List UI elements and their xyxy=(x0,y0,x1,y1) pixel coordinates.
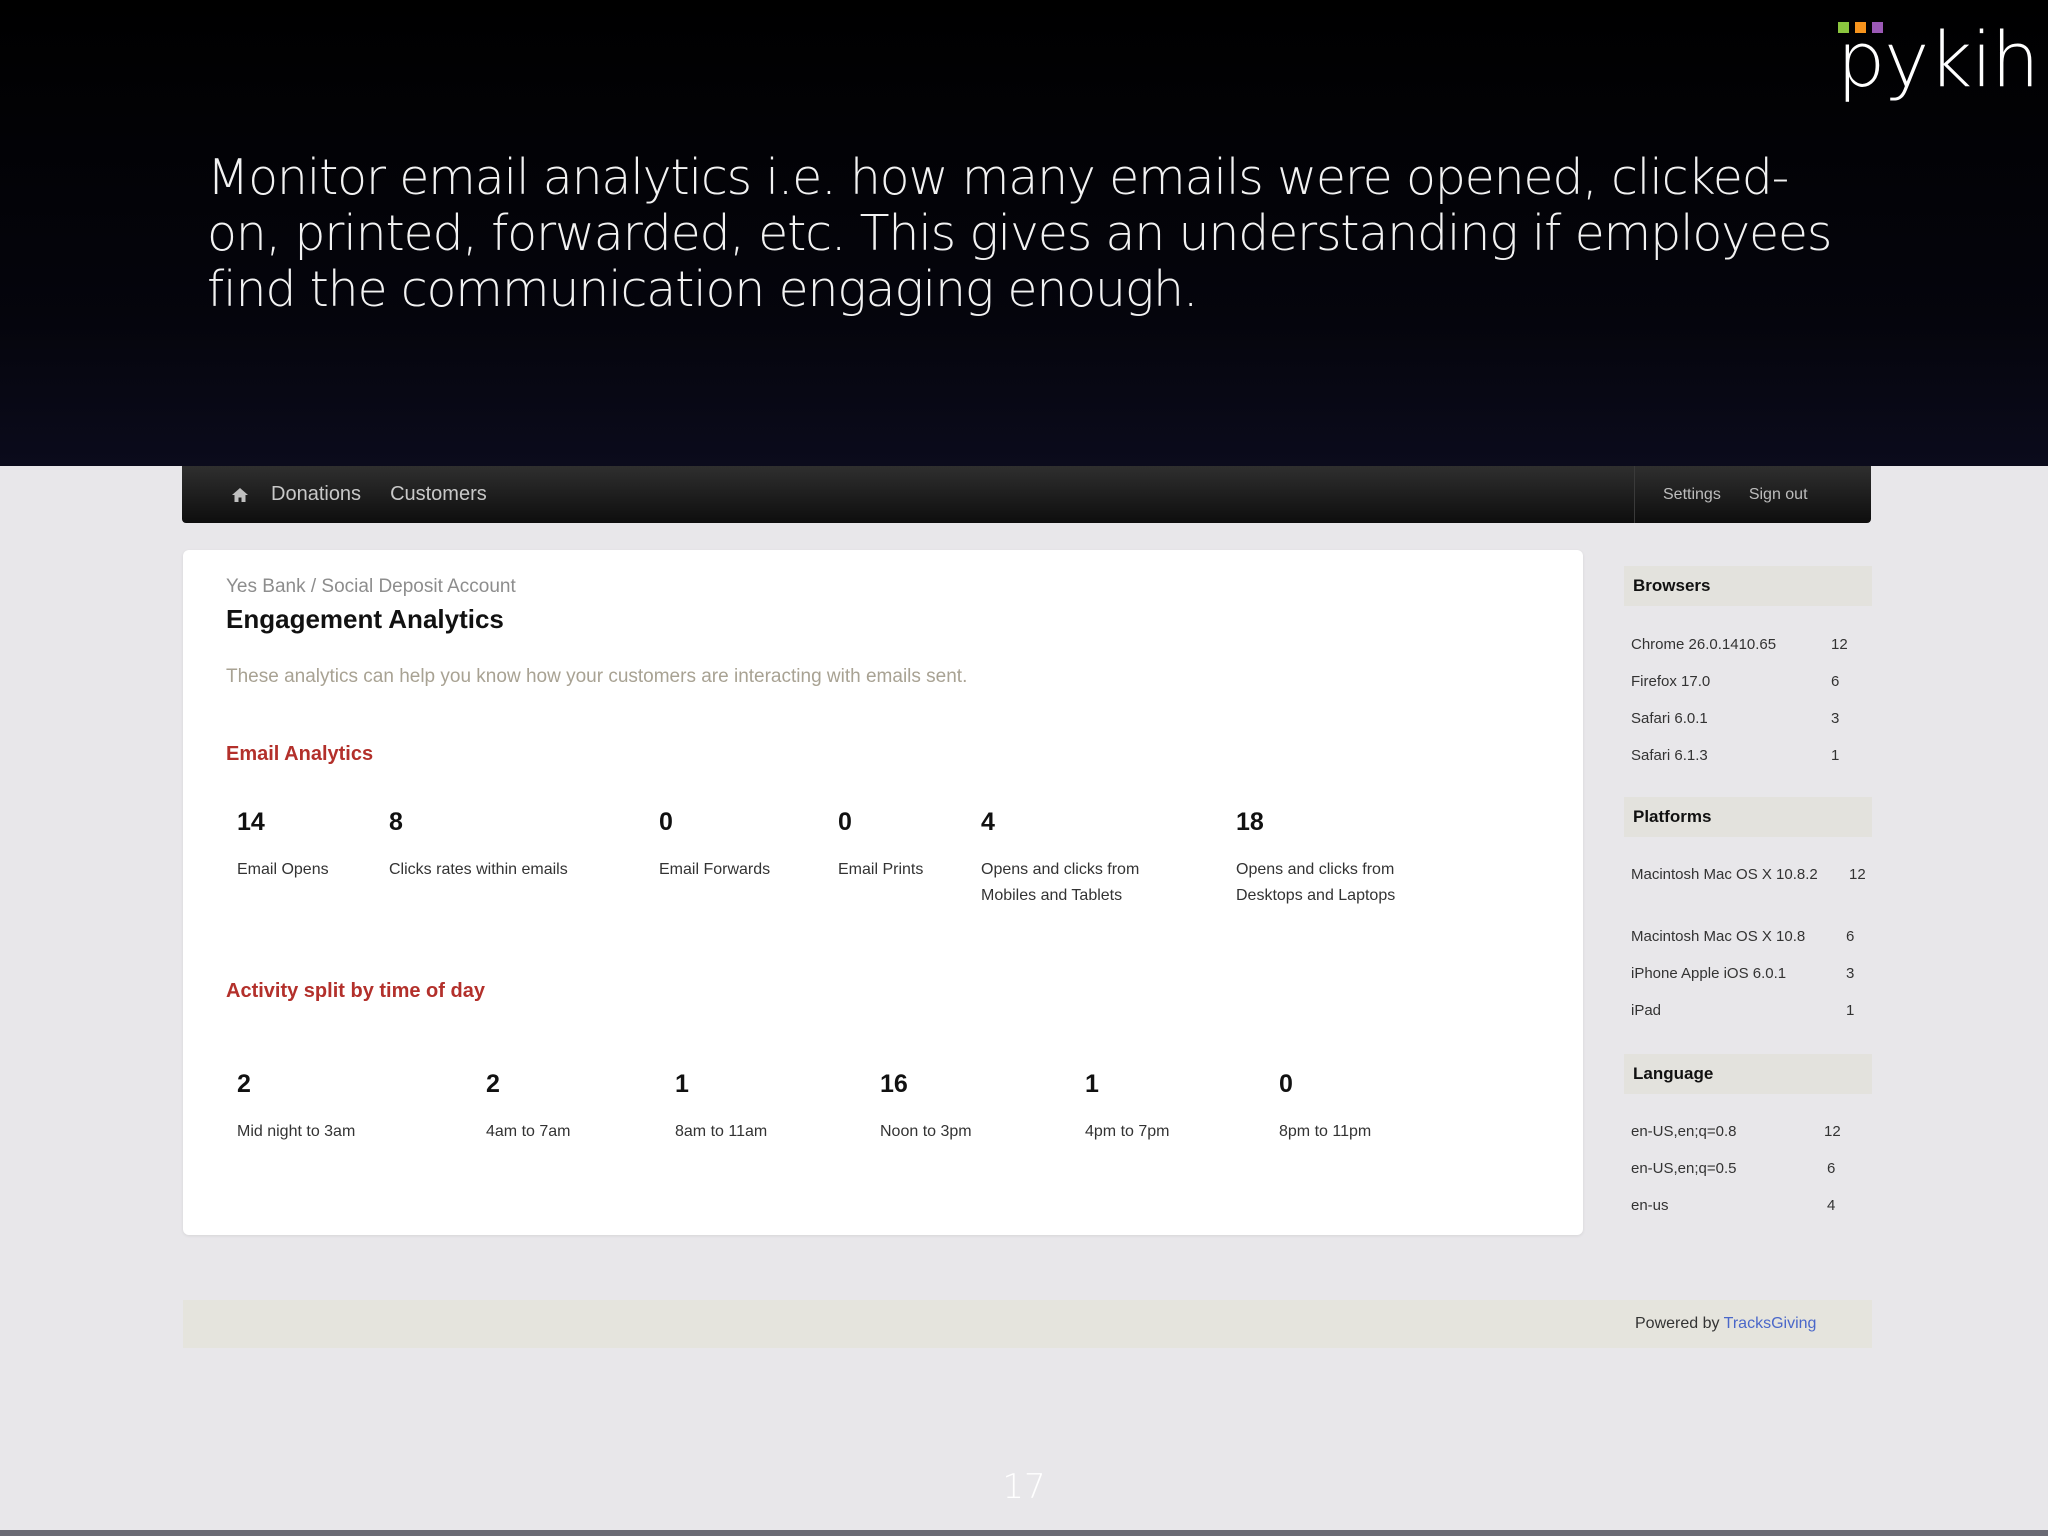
metric-email-opens: 14 Email Opens xyxy=(237,808,367,883)
breadcrumb[interactable]: Yes Bank / Social Deposit Account xyxy=(226,576,516,598)
metric-click-rates: 8 Clicks rates within emails xyxy=(389,808,619,883)
language-heading: Language xyxy=(1624,1054,1872,1094)
metric-value: 8 xyxy=(389,808,403,836)
metric-value: 1 xyxy=(675,1070,689,1098)
language-name: en-US,en;q=0.5 xyxy=(1631,1160,1737,1177)
browser-count: 3 xyxy=(1831,710,1840,727)
browser-name: Safari 6.0.1 xyxy=(1631,710,1708,727)
page-description: These analytics can help you know how yo… xyxy=(226,666,968,687)
browser-count: 12 xyxy=(1831,636,1848,653)
nav-donations[interactable]: Donations xyxy=(271,483,361,506)
metric-label: 8am to 11am xyxy=(675,1123,768,1140)
sign-out-link[interactable]: Sign out xyxy=(1749,486,1808,504)
powered-by-label: Powered by xyxy=(1635,1315,1720,1332)
metric-label: 4am to 7am xyxy=(486,1123,571,1140)
browsers-heading: Browsers xyxy=(1624,566,1872,606)
metric-label: 8pm to 11pm xyxy=(1279,1123,1372,1140)
metric-value: 2 xyxy=(486,1070,500,1098)
metric-label: Opens and clicks from Mobiles and Tablet… xyxy=(981,861,1140,904)
metric-email-prints: 0 Email Prints xyxy=(838,808,968,883)
tracksgiving-link[interactable]: TracksGiving xyxy=(1724,1315,1817,1332)
language-count: 4 xyxy=(1827,1197,1836,1214)
metric-label: Opens and clicks from Desktops and Lapto… xyxy=(1236,861,1396,904)
metric-desktop-opens: 18 Opens and clicks from Desktops and La… xyxy=(1236,808,1436,909)
platform-name: Macintosh Mac OS X 10.8.2 xyxy=(1631,866,1818,883)
metric-8pm-11pm: 0 8pm to 11pm xyxy=(1279,1070,1439,1145)
logo-text: pykih xyxy=(1837,15,2040,104)
browser-count: 1 xyxy=(1831,747,1840,764)
pykih-logo: pykih xyxy=(1837,15,2040,104)
metric-value: 0 xyxy=(838,808,852,836)
language-name: en-US,en;q=0.8 xyxy=(1631,1123,1737,1140)
page-footer: Powered by TracksGiving xyxy=(183,1300,1872,1348)
page-title: Engagement Analytics xyxy=(226,604,504,634)
time-of-day-title: Activity split by time of day xyxy=(226,980,485,1002)
nav-customers[interactable]: Customers xyxy=(390,483,487,506)
browser-name: Safari 6.1.3 xyxy=(1631,747,1708,764)
metric-4pm-7pm: 1 4pm to 7pm xyxy=(1085,1070,1245,1145)
metric-email-forwards: 0 Email Forwards xyxy=(659,808,819,883)
slide-caption: Monitor email analytics i.e. how many em… xyxy=(207,149,1832,318)
platforms-heading: Platforms xyxy=(1624,797,1872,837)
metric-value: 1 xyxy=(1085,1070,1099,1098)
metric-value: 0 xyxy=(659,808,673,836)
metric-value: 14 xyxy=(237,808,265,836)
metric-label: Email Forwards xyxy=(659,861,771,878)
settings-link[interactable]: Settings xyxy=(1663,486,1721,504)
metric-value: 2 xyxy=(237,1070,251,1098)
metric-label: Mid night to 3am xyxy=(237,1123,356,1140)
powered-by: Powered by TracksGiving xyxy=(1635,1300,1816,1348)
platform-name: iPad xyxy=(1631,1002,1662,1019)
browser-name: Firefox 17.0 xyxy=(1631,673,1711,690)
language-name: en-us xyxy=(1631,1197,1669,1214)
slide-header: Monitor email analytics i.e. how many em… xyxy=(0,0,2048,466)
metric-value: 16 xyxy=(880,1070,908,1098)
metric-noon-3pm: 16 Noon to 3pm xyxy=(880,1070,1040,1145)
platform-name: Macintosh Mac OS X 10.8 xyxy=(1631,928,1806,945)
nav-left: Donations Customers xyxy=(182,466,503,523)
metric-value: 4 xyxy=(981,808,995,836)
metric-4am-7am: 2 4am to 7am xyxy=(486,1070,646,1145)
slide-page-number: 17 xyxy=(1002,1467,1046,1507)
home-icon[interactable] xyxy=(222,480,258,510)
metric-label: Noon to 3pm xyxy=(880,1123,972,1140)
metric-mobile-opens: 4 Opens and clicks from Mobiles and Tabl… xyxy=(981,808,1181,909)
metric-label: Email Prints xyxy=(838,861,924,878)
metric-value: 18 xyxy=(1236,808,1264,836)
home-icon-svg xyxy=(232,487,248,502)
metric-label: Email Opens xyxy=(237,861,329,878)
platform-name: iPhone Apple iOS 6.0.1 xyxy=(1631,965,1787,982)
language-count: 12 xyxy=(1824,1123,1841,1140)
metric-value: 0 xyxy=(1279,1070,1293,1098)
platform-count: 12 xyxy=(1849,866,1866,883)
top-navbar: Donations Customers Settings Sign out xyxy=(182,466,1871,523)
browser-count: 6 xyxy=(1831,673,1840,690)
metric-label: Clicks rates within emails xyxy=(389,861,568,878)
nav-right: Settings Sign out xyxy=(1634,466,1871,523)
platform-count: 1 xyxy=(1846,1002,1855,1019)
metric-8am-11am: 1 8am to 11am xyxy=(675,1070,835,1145)
bottom-strip xyxy=(0,1530,2048,1536)
platform-count: 3 xyxy=(1846,965,1855,982)
email-analytics-title: Email Analytics xyxy=(226,743,374,765)
platform-count: 6 xyxy=(1846,928,1855,945)
metric-label: 4pm to 7pm xyxy=(1085,1123,1170,1140)
main-card: Yes Bank / Social Deposit Account Engage… xyxy=(183,550,1583,1235)
browser-name: Chrome 26.0.1410.65 xyxy=(1631,636,1777,653)
language-count: 6 xyxy=(1827,1160,1836,1177)
metric-midnight-3am: 2 Mid night to 3am xyxy=(237,1070,437,1145)
